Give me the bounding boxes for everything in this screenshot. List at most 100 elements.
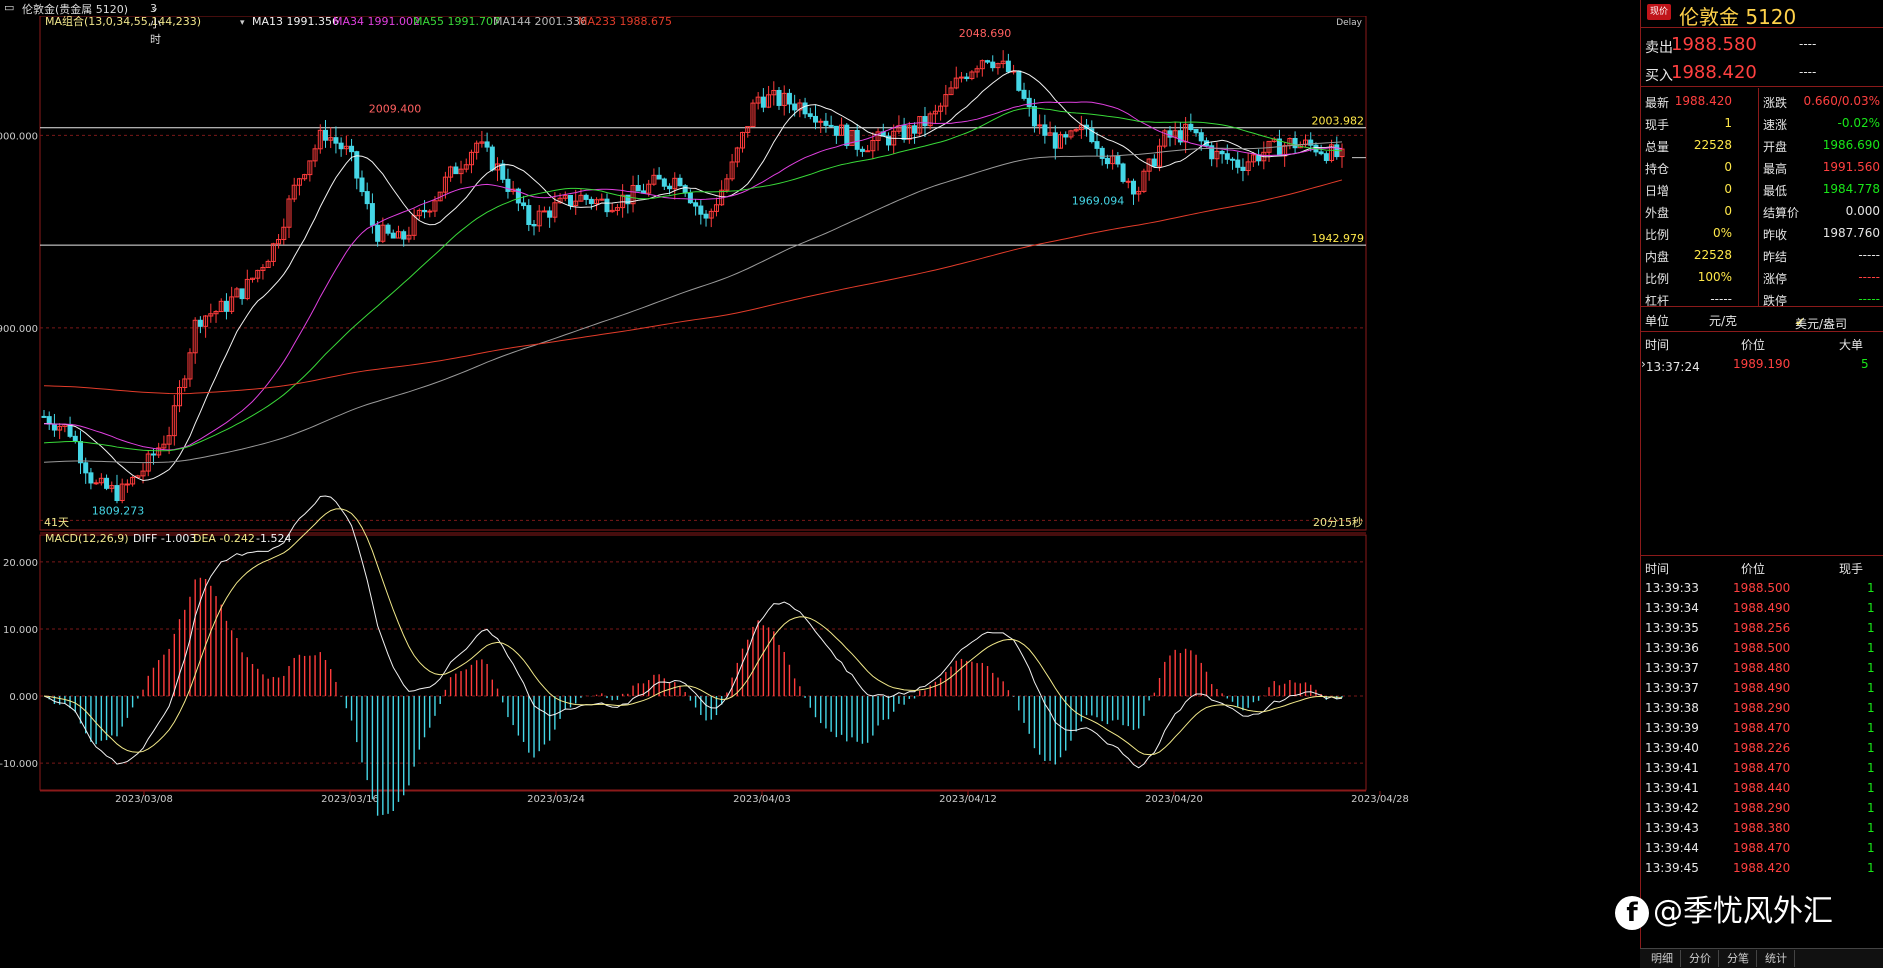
quote-field-value: ----- [1858, 248, 1880, 262]
tick-price: 1988.500 [1733, 581, 1791, 595]
candle-body [677, 177, 683, 187]
tick-qty: 1 [1867, 821, 1875, 835]
quote-field-value: 1988.420 [1674, 94, 1732, 108]
quote-field-value: -0.02% [1837, 116, 1880, 130]
quote-field-label: 外盘 [1645, 206, 1670, 220]
title-bar: ▭ 伦敦金(贵金属 5120) 3小时 ⌄ [0, 0, 1640, 46]
candle-body [114, 485, 120, 501]
quote-row: 内盘 22528 昨结 ----- [1641, 245, 1883, 267]
tick-qty: 1 [1867, 641, 1875, 655]
tick-time: 13:39:44 [1645, 841, 1699, 855]
dea-line [43, 508, 1343, 756]
candle-body [401, 231, 407, 240]
candle-body [77, 441, 83, 464]
tick-qty: 1 [1867, 861, 1875, 875]
sell-row: 卖出 1988.580 ---- [1641, 34, 1883, 56]
quote-field-value: 1987.760 [1822, 226, 1880, 240]
tick-price: 1988.440 [1733, 781, 1791, 795]
big-order-price: 1989.190 [1733, 357, 1791, 371]
candle-body [1063, 134, 1069, 138]
candle-body [776, 89, 782, 106]
tick-qty: 1 [1867, 721, 1875, 735]
ma-legend-dropdown-icon: ▾ [240, 18, 245, 28]
tab-2[interactable]: 分笔 [1720, 950, 1757, 967]
x-tick-label: 2023/04/12 [939, 794, 997, 805]
quote-field-label: 涨跌 [1763, 96, 1788, 110]
quote-field-value: ----- [1710, 292, 1732, 306]
period-selector[interactable]: 3小时 ⌄ [150, 1, 161, 46]
tab-1[interactable]: 分价 [1682, 950, 1719, 967]
candle-body [41, 415, 47, 418]
tick-row: 13:39:44 1988.470 1 [1641, 838, 1883, 860]
candle-body [1318, 151, 1324, 155]
tick-time: 13:39:39 [1645, 721, 1699, 735]
tick-time: 13:39:34 [1645, 601, 1699, 615]
chart-area[interactable]: 2000.000 1900.000 2003.982 1942.979 2023/03/… [0, 0, 1640, 967]
quote-field-value: 0 [1724, 160, 1732, 174]
tick-header: 时间 价位 现手 [1641, 557, 1883, 579]
candle-body [1235, 159, 1241, 168]
candle-body [964, 76, 970, 80]
quote-field-value: 1986.690 [1822, 138, 1880, 152]
candle-body [760, 96, 766, 108]
col-price: 价位 [1741, 338, 1766, 352]
unit-option-cny[interactable]: 元/克 [1709, 312, 1737, 329]
tab-0[interactable]: 明细 [1644, 950, 1681, 967]
ma13-legend: MA13 1991.356 [252, 15, 339, 28]
candle-body [1198, 132, 1204, 142]
candle-body [93, 482, 99, 485]
candle-body [104, 477, 110, 489]
candle-body [1005, 60, 1011, 73]
y-tick-label: 2000.000 [0, 131, 38, 142]
candle-body [661, 178, 667, 187]
live-badge: 现价 [1647, 4, 1671, 20]
quote-field-value: 0.000 [1845, 204, 1880, 218]
candle-body [901, 125, 907, 140]
quote-row: 外盘 0 结算价 0.000 [1641, 201, 1883, 223]
tab-3[interactable]: 统计 [1758, 950, 1795, 967]
tick-row: 13:39:41 1988.470 1 [1641, 758, 1883, 780]
countdown-label: 20分15秒 [1313, 515, 1363, 529]
tick-row: 13:39:39 1988.470 1 [1641, 718, 1883, 740]
candle-body [390, 232, 396, 239]
tick-row: 13:39:40 1988.226 1 [1641, 738, 1883, 760]
quote-field-value: 22528 [1693, 248, 1732, 262]
big-order-time: › 13:37:24 [1641, 357, 1700, 374]
tick-row: 13:39:35 1988.256 1 [1641, 618, 1883, 640]
tick-time: 13:39:35 [1645, 621, 1699, 635]
tick-price: 1988.470 [1733, 721, 1791, 735]
detail-tabs: 明细 分价 分笔 统计 [1640, 948, 1883, 968]
tick-price: 1988.470 [1733, 841, 1791, 855]
tick-qty: 1 [1867, 601, 1875, 615]
candle-body [687, 192, 693, 204]
macd-legend-label: MACD(12,26,9) [45, 532, 129, 545]
candle-body [1219, 150, 1225, 155]
buy-price: 1988.420 [1671, 62, 1757, 83]
candle-body [359, 177, 365, 193]
candle-body [46, 416, 52, 425]
col-qty: 大单 [1839, 338, 1864, 352]
x-tick-label: 2023/03/24 [527, 794, 585, 805]
candle-body [604, 198, 610, 213]
tick-time: 13:39:37 [1645, 681, 1699, 695]
candle-body [1125, 180, 1131, 183]
candle-body [385, 224, 391, 234]
annotation-high: 2009.400 [369, 102, 422, 115]
candle-body [823, 120, 829, 126]
candle-body [859, 148, 865, 152]
quote-title: 伦敦金 5120 [1679, 5, 1797, 29]
diff-legend: DIFF -1.003 [133, 532, 196, 545]
tick-price: 1988.380 [1733, 821, 1791, 835]
candle-body [1104, 157, 1110, 165]
tick-price: 1988.420 [1733, 861, 1791, 875]
candle-body [635, 184, 641, 192]
quote-field-label: 最新 [1645, 96, 1670, 110]
candle-body [693, 202, 699, 207]
unit-label: 单位 [1645, 314, 1670, 328]
candle-body [484, 141, 490, 148]
quote-field-value: ----- [1858, 292, 1880, 306]
level-label: 1942.979 [1312, 232, 1365, 245]
candle-body [833, 125, 839, 136]
tick-row: 13:39:38 1988.290 1 [1641, 698, 1883, 720]
candle-body [541, 210, 547, 213]
